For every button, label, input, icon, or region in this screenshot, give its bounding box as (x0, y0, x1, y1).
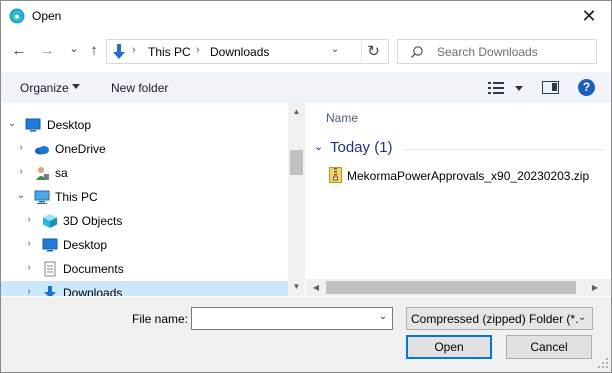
expand-chevron-icon[interactable]: › (23, 238, 35, 249)
scroll-thumb[interactable] (290, 150, 303, 175)
group-divider (404, 149, 604, 150)
breadcrumb-this-pc[interactable]: This PC (148, 45, 191, 59)
onedrive-cloud-icon (35, 146, 49, 155)
preview-pane-icon[interactable] (542, 81, 559, 94)
resize-grip-icon[interactable] (598, 358, 608, 368)
group-collapse-chevron-icon[interactable]: ⌄ (314, 140, 326, 153)
breadcrumb-downloads[interactable]: Downloads (210, 45, 269, 59)
help-icon[interactable]: ? (578, 79, 595, 96)
navigation-scrollbar[interactable]: ▲ ▼ (288, 103, 305, 296)
tree-item-downloads[interactable]: › Downloads (1, 281, 288, 296)
recent-locations-chevron-icon[interactable]: ⌄ (65, 39, 83, 59)
tree-item-documents[interactable]: › Documents (1, 257, 288, 281)
tree-item-label: This PC (55, 190, 98, 204)
search-input[interactable]: Search Downloads (397, 39, 597, 64)
tree-item-this-pc[interactable]: ⌄ This PC (1, 185, 288, 209)
open-button[interactable]: Open (406, 335, 492, 359)
column-header-name[interactable]: Name (326, 111, 358, 125)
tree-item-label: Desktop (47, 118, 92, 132)
organize-button[interactable]: Organize (20, 81, 69, 95)
up-arrow-icon[interactable]: ↑ (85, 41, 103, 61)
tree-item-onedrive[interactable]: › OneDrive (1, 137, 288, 161)
tree-item-label: Desktop (63, 238, 108, 252)
search-placeholder: Search Downloads (437, 45, 538, 59)
zip-folder-icon (329, 167, 342, 183)
expand-chevron-icon[interactable]: › (23, 214, 35, 225)
file-type-value: Compressed (zipped) Folder (*. (411, 312, 579, 326)
file-name-input[interactable] (191, 307, 393, 330)
scroll-left-arrow-icon[interactable]: ◀ (310, 281, 322, 294)
expand-chevron-icon[interactable]: › (23, 262, 35, 273)
tree-item-label: Documents (63, 262, 124, 276)
tree-item-desktop[interactable]: › Desktop (1, 233, 288, 257)
group-header-today[interactable]: Today (1) (330, 139, 393, 156)
tree-item-3d-objects[interactable]: › 3D Objects (1, 209, 288, 233)
expand-chevron-icon[interactable]: ⌄ (6, 118, 18, 129)
desktop-icon (42, 238, 58, 252)
file-type-select[interactable]: Compressed (zipped) Folder (*. ⌄ (406, 307, 593, 330)
breadcrumb-separator: › (132, 44, 136, 56)
file-list: Name ⌄ Today (1) MekormaPowerApprovals_x… (306, 103, 611, 278)
file-name-history-chevron-icon[interactable]: ⌄ (376, 311, 390, 322)
downloads-location-icon (113, 44, 125, 59)
view-dropdown-caret-icon[interactable] (515, 86, 523, 91)
window-title: Open (32, 9, 62, 23)
collapse-chevron-icon[interactable]: ⌄ (15, 190, 27, 201)
file-type-dropdown-chevron-icon[interactable]: ⌄ (578, 312, 586, 323)
expand-chevron-icon[interactable]: › (15, 166, 27, 177)
cancel-button[interactable]: Cancel (506, 335, 592, 359)
expand-chevron-icon[interactable]: › (15, 142, 27, 153)
user-icon (36, 167, 49, 180)
organize-dropdown-caret-icon[interactable] (72, 84, 80, 89)
command-bar: Organize New folder ? (1, 72, 611, 103)
scroll-thumb[interactable] (326, 281, 576, 294)
tree-item-label: sa (55, 166, 68, 180)
desktop-blue-icon (25, 118, 41, 132)
file-list-item[interactable]: MekormaPowerApprovals_x90_20230203.zip (326, 165, 606, 187)
navigation-pane: ⌄ Desktop › OneDrive › sa ⌄ This PC › 3D… (1, 103, 288, 296)
breadcrumb-separator: › (196, 44, 200, 56)
scroll-right-arrow-icon[interactable]: ▶ (588, 281, 602, 294)
address-history-chevron-icon[interactable]: ⌄ (328, 44, 342, 55)
computer-icon (34, 190, 50, 204)
scroll-up-arrow-icon[interactable]: ▲ (288, 105, 305, 119)
tree-item-desktop-root[interactable]: ⌄ Desktop (1, 113, 288, 137)
refresh-icon[interactable]: ↻ (361, 42, 385, 62)
back-arrow-icon[interactable]: ← (10, 41, 28, 61)
tree-item-user-sa[interactable]: › sa (1, 161, 288, 185)
dialog-footer: File name: ⌄ Compressed (zipped) Folder … (1, 297, 611, 372)
new-folder-button[interactable]: New folder (111, 81, 168, 95)
file-list-horizontal-scrollbar[interactable]: ◀ ▶ (306, 279, 611, 296)
tree-item-label: Downloads (63, 286, 123, 296)
expand-chevron-icon[interactable]: › (23, 286, 35, 296)
download-arrow-icon (44, 286, 56, 296)
address-bar[interactable]: › This PC › Downloads ⌄ ↻ (106, 39, 389, 64)
scroll-down-arrow-icon[interactable]: ▼ (288, 280, 305, 294)
forward-arrow-icon[interactable]: → (38, 41, 56, 61)
edge-browser-icon (9, 8, 25, 24)
cube-icon (43, 214, 57, 228)
view-options-icon[interactable] (488, 82, 504, 94)
close-icon[interactable]: ✕ (577, 5, 601, 27)
open-dialog: Open ✕ ← → ⌄ ↑ › This PC › Downloads ⌄ ↻… (0, 0, 612, 373)
file-name: MekormaPowerApprovals_x90_20230203.zip (347, 169, 590, 183)
tree-item-label: 3D Objects (63, 214, 123, 228)
document-icon (44, 261, 56, 277)
title-bar: Open ✕ (1, 1, 611, 32)
search-icon (411, 46, 423, 58)
tree-item-label: OneDrive (55, 142, 106, 156)
file-name-label: File name: (132, 312, 189, 326)
